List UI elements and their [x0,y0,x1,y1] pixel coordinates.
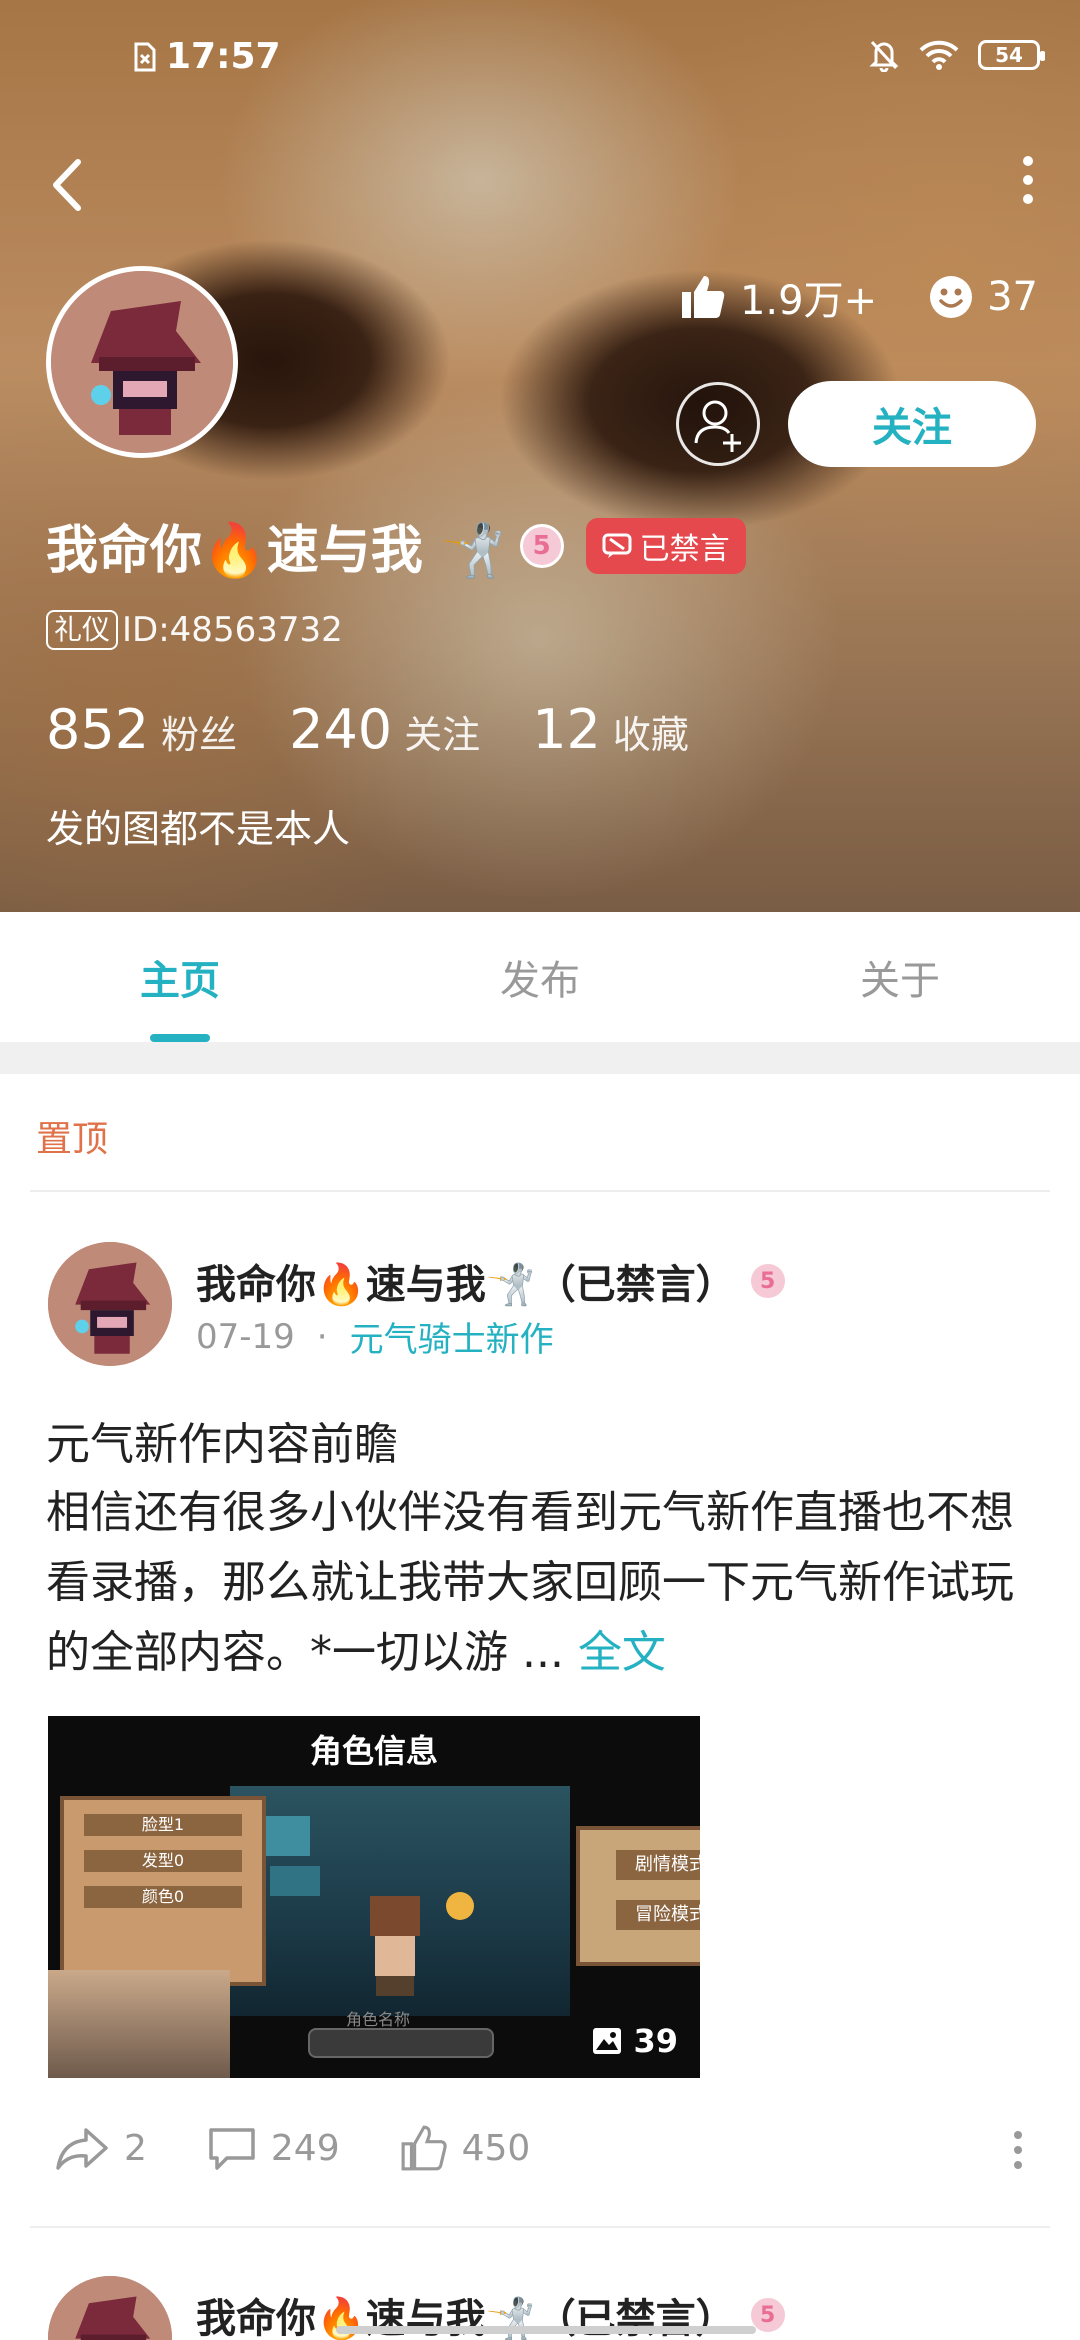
user-id-row: 礼仪 ID:48563732 [46,610,343,650]
post-more-icon[interactable] [1010,2130,1026,2170]
like-button[interactable]: 450 [400,2124,530,2172]
likes-count: 1.9万+ [680,268,877,326]
sim-card-icon [134,42,156,71]
wizard-avatar-icon [48,1242,172,1366]
pinned-label: 置顶 [36,1119,109,1160]
more-vertical-icon[interactable] [1016,155,1040,205]
add-friend-button[interactable] [676,382,760,466]
favorites-count[interactable]: 12 收藏 [532,698,689,761]
post-meta: 07-19 · 元气骑士新作 [196,1312,554,1361]
thumbs-up-icon [681,276,725,318]
share-button[interactable]: 2 [54,2124,147,2172]
name-hint-text: 角色名称 [346,2010,411,2029]
divider [30,1190,1050,1192]
smiles-count: 37 [929,274,1038,320]
gallery-icon [593,2028,622,2054]
post-author-avatar[interactable] [48,1242,172,1366]
add-user-icon [694,400,741,452]
comment-icon [209,2128,255,2170]
thumbs-up-outline-icon [401,2125,447,2171]
divider [30,2226,1050,2228]
post-body[interactable]: 相信还有很多小伙伴没有看到元气新作直播也不想看录播，那么就让我带大家回顾一下元气… [46,1478,1046,1688]
comment-button[interactable]: 249 [207,2124,340,2172]
section-gap [0,1042,1080,1074]
name-input-hint [308,2028,494,2058]
post-actions: 2 249 450 [54,2124,590,2172]
battery-indicator: 54 [978,40,1045,70]
following-count[interactable]: 240 关注 [289,698,480,761]
wizard-avatar-icon [51,271,233,453]
status-icons: 54 [868,38,1045,72]
wizard-avatar-icon [48,2276,172,2340]
user-name: 我命你🔥速与我 🤺 5 已禁言 [46,508,746,583]
post-author-avatar[interactable] [48,2276,172,2340]
wifi-icon [919,40,959,70]
follow-button[interactable]: 关注 [788,381,1036,467]
muted-chat-icon [602,533,632,558]
profile-tabs: 主页 发布 关于 [0,912,1080,1042]
back-icon[interactable] [40,150,100,220]
image-caption: 角色信息 [309,1732,438,1770]
banned-badge: 已禁言 [585,517,746,574]
avatar[interactable] [46,266,238,458]
status-time: 17:57 [132,36,281,77]
user-id: ID:48563732 [122,610,343,650]
profile-banner: 17:57 54 1.9万+ 37 关注 我命你🔥速与我 🤺 5 已禁言 礼仪 … [0,0,1080,912]
level-badge: 5 [519,523,564,568]
post-title[interactable]: 元气新作内容前瞻 [46,1408,398,1472]
meta-separator: · [316,1316,328,1357]
appearance-panel: 脸型1 发型0 颜色0 [60,1796,266,1986]
share-icon [56,2128,108,2170]
tab-about[interactable]: 关于 [720,912,1080,1042]
profile-reactions: 1.9万+ 37 [680,268,1038,326]
home-indicator[interactable] [336,2326,756,2334]
full-text-link[interactable]: 全文 [578,1627,666,1678]
pixel-character-icon [250,1816,474,1996]
game-scene [230,1786,570,2016]
bell-off-icon [869,40,899,72]
profile-counts: 852 粉丝 240 关注 12 收藏 [46,698,689,761]
smiley-icon [930,276,973,318]
level-badge: 5 [747,1261,788,1301]
post-date: 07-19 [196,1316,295,1357]
etiquette-tag: 礼仪 [46,610,119,650]
post-image[interactable]: 角色信息 脸型1 发型0 颜色0 剧情模式 冒险模式 角色名称 39 [48,1716,700,2078]
fans-count[interactable]: 852 粉丝 [46,698,237,761]
image-count: 39 [591,2022,678,2060]
streamer-camera [48,1970,230,2078]
post-topic-link[interactable]: 元气骑士新作 [350,1312,554,1361]
tab-posts[interactable]: 发布 [360,912,720,1042]
post-author-name[interactable]: 我命你🔥速与我🤺（已禁言） 5 [196,1252,788,1310]
user-bio: 发的图都不是本人 [46,807,351,851]
mode-panel: 剧情模式 冒险模式 [576,1826,700,1966]
tab-home[interactable]: 主页 [0,912,360,1042]
